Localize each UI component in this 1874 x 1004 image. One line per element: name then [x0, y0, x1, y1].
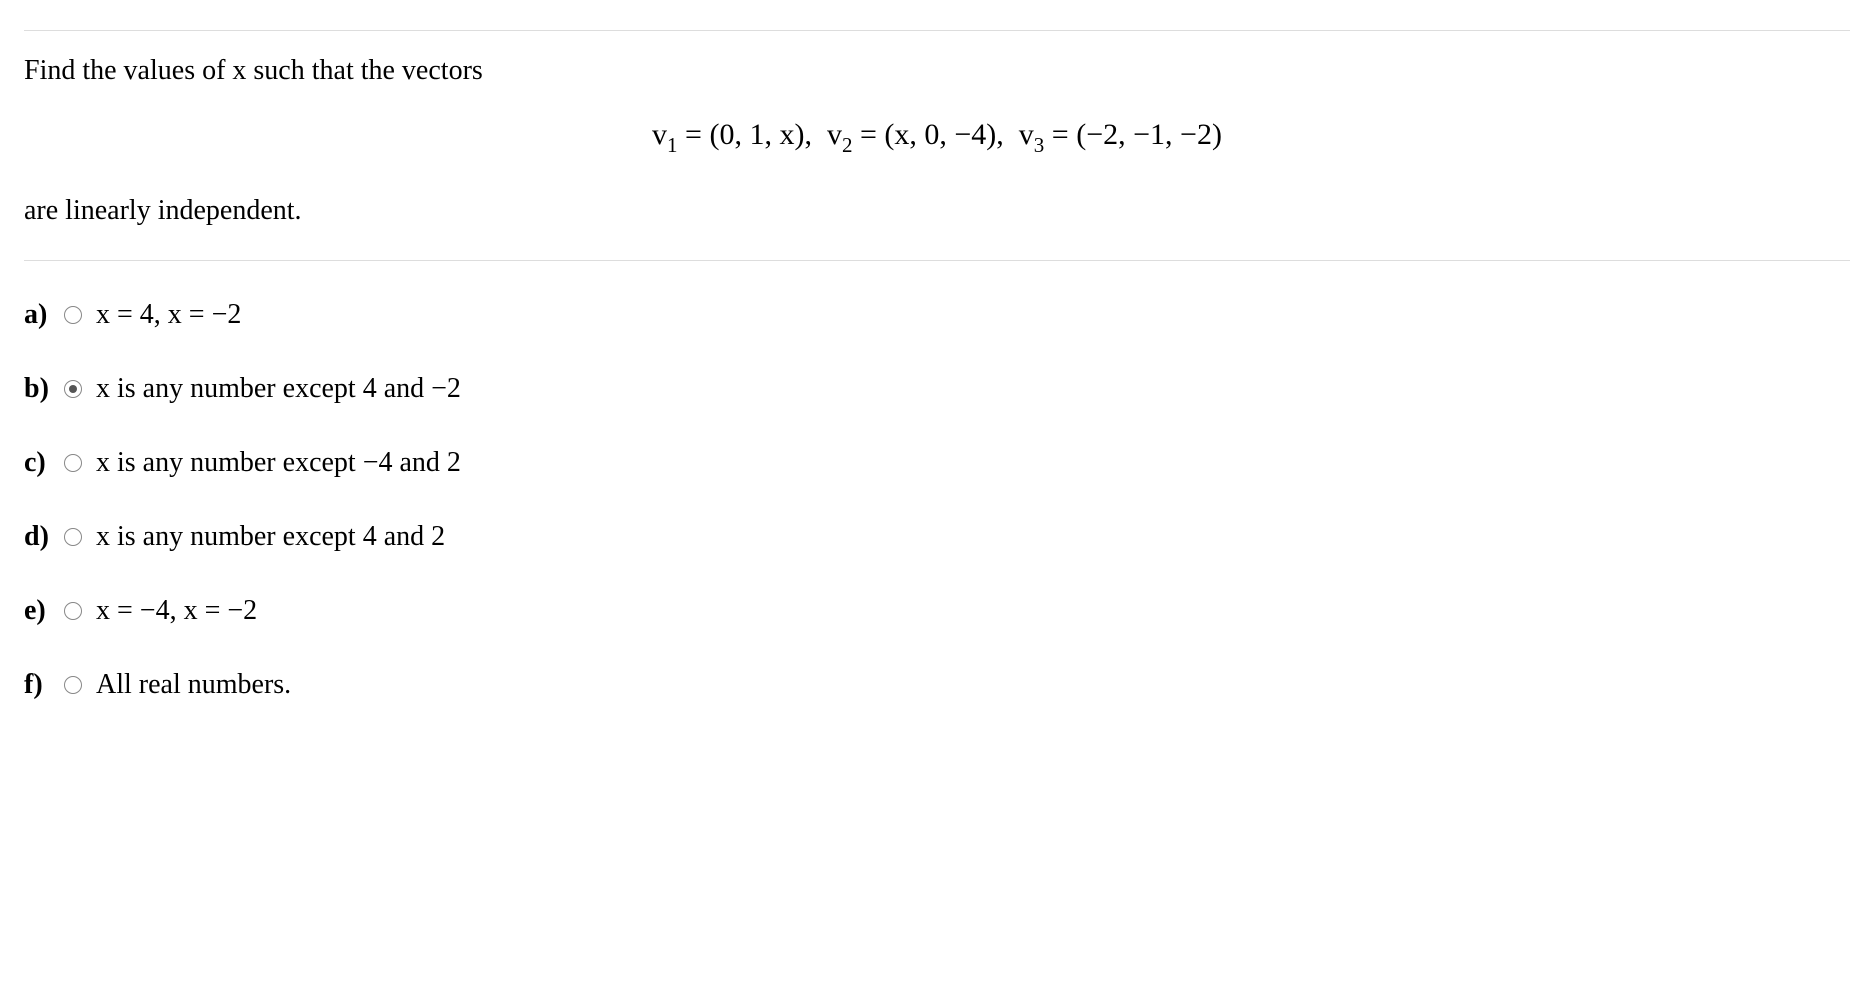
option-label: e) — [24, 595, 64, 627]
question-container: Find the values of x such that the vecto… — [24, 30, 1850, 701]
prompt-part2: are linearly independent. — [24, 195, 302, 226]
options-list: a) x = 4, x = −2 b) x is any number exce… — [24, 261, 1850, 701]
option-f[interactable]: f) All real numbers. — [24, 669, 1850, 701]
option-text: x = 4, x = −2 — [96, 299, 241, 331]
option-text: x is any number except −4 and 2 — [96, 447, 461, 479]
option-a[interactable]: a) x = 4, x = −2 — [24, 299, 1850, 331]
option-label: f) — [24, 669, 64, 701]
radio-icon[interactable] — [64, 306, 82, 324]
option-label: a) — [24, 299, 64, 331]
radio-icon[interactable] — [64, 528, 82, 546]
radio-icon[interactable] — [64, 380, 82, 398]
option-text: x is any number except 4 and −2 — [96, 373, 461, 405]
prompt-text-2: are linearly independent. — [24, 191, 1850, 230]
option-d[interactable]: d) x is any number except 4 and 2 — [24, 521, 1850, 553]
radio-icon[interactable] — [64, 602, 82, 620]
vectors-equation: v1 = (0, 1, x), v2 = (x, 0, −4), v3 = (−… — [24, 118, 1850, 157]
option-label: d) — [24, 521, 64, 553]
radio-icon[interactable] — [64, 454, 82, 472]
prompt-text-1: Find the values of x such that the vecto… — [24, 51, 1850, 90]
option-text: x = −4, x = −2 — [96, 595, 257, 627]
option-c[interactable]: c) x is any number except −4 and 2 — [24, 447, 1850, 479]
radio-icon[interactable] — [64, 676, 82, 694]
option-b[interactable]: b) x is any number except 4 and −2 — [24, 373, 1850, 405]
option-label: b) — [24, 373, 64, 405]
option-text: x is any number except 4 and 2 — [96, 521, 445, 553]
option-label: c) — [24, 447, 64, 479]
option-e[interactable]: e) x = −4, x = −2 — [24, 595, 1850, 627]
prompt-part1: Find the values of x such that the vecto… — [24, 55, 483, 86]
question-stem: Find the values of x such that the vecto… — [24, 31, 1850, 261]
option-text: All real numbers. — [96, 669, 291, 701]
